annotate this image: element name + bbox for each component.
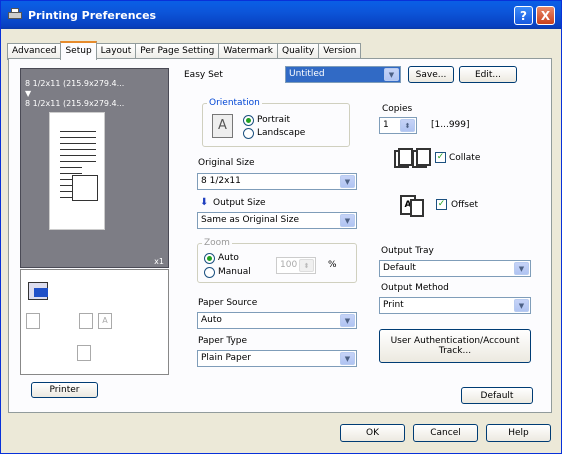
copies-value: 1 (383, 120, 389, 130)
original-size-label: Original Size (198, 158, 255, 168)
collate-icon (394, 148, 431, 170)
cancel-button[interactable]: Cancel (413, 424, 478, 442)
zoom-value: 100 (280, 260, 298, 270)
ok-button[interactable]: OK (340, 424, 405, 442)
chevron-down-icon: ▼ (384, 68, 399, 81)
output-tray-select[interactable]: Default ▼ (379, 260, 531, 277)
offset-checkbox[interactable]: ✓ (436, 199, 447, 210)
output-method-value: Print (383, 300, 404, 310)
close-button[interactable]: X (536, 6, 555, 25)
help-button[interactable]: ? (514, 6, 533, 25)
printer-icon (7, 8, 23, 22)
original-size-value: 8 1/2x11 (201, 176, 241, 186)
default-button[interactable]: Default (461, 387, 533, 404)
staple-corner-icon (79, 313, 93, 329)
edit-button[interactable]: Edit... (459, 66, 517, 83)
printer-button[interactable]: Printer (31, 382, 98, 398)
zoom-value-input[interactable]: 100 ⬍ (276, 257, 316, 274)
output-size-select[interactable]: Same as Original Size ▼ (197, 212, 357, 229)
printing-preferences-window: Printing Preferences ? X Advanced Setup … (0, 0, 562, 454)
zoom-auto-label: Auto (218, 253, 239, 263)
zoom-manual-label: Manual (218, 267, 251, 277)
original-size-select[interactable]: 8 1/2x11 ▼ (197, 173, 357, 190)
preview-output-size: 8 1/2x11 (215.9x279.4... (25, 99, 125, 108)
output-tray-value: Default (383, 263, 416, 273)
paper-source-select[interactable]: Auto ▼ (197, 312, 357, 329)
chevron-down-icon: ▼ (514, 262, 529, 275)
staple-left-icon (26, 313, 40, 329)
user-authentication-button[interactable]: User Authentication/Account Track... (379, 329, 531, 363)
spinner-icon: ⬍ (400, 119, 415, 132)
copies-label: Copies (382, 104, 413, 114)
chevron-down-icon: ▼ (340, 352, 355, 365)
tab-bar: Advanced Setup Layout Per Page Setting W… (7, 41, 362, 60)
preview-original-size: 8 1/2x11 (215.9x279.4... (25, 79, 125, 88)
easy-set-value: Untitled (289, 69, 325, 79)
offset-label: Offset (451, 200, 479, 210)
page-thumbnail (49, 112, 105, 230)
preview-arrow: ▼ (25, 89, 32, 98)
help-footer-button[interactable]: Help (486, 424, 551, 442)
portrait-radio[interactable] (243, 115, 254, 126)
portrait-page-icon: A (212, 114, 233, 138)
paper-type-select[interactable]: Plain Paper ▼ (197, 350, 357, 367)
paper-type-value: Plain Paper (201, 353, 251, 363)
zoom-unit: % (328, 260, 337, 270)
copies-input[interactable]: 1 ⬍ (379, 117, 417, 134)
arrow-down-icon: ⬇ (200, 197, 209, 208)
chevron-down-icon: ▼ (340, 175, 355, 188)
portrait-label: Portrait (257, 115, 291, 125)
finisher-icon (28, 282, 48, 300)
chevron-down-icon: ▼ (340, 214, 355, 227)
output-tray-label: Output Tray (381, 246, 434, 256)
output-method-select[interactable]: Print ▼ (379, 297, 531, 314)
easy-set-select[interactable]: Untitled ▼ (285, 66, 401, 83)
collate-checkbox[interactable]: ✓ (435, 152, 446, 163)
user-auth-line1: User Authentication/Account (390, 336, 520, 346)
easy-set-label: Easy Set (184, 70, 223, 80)
chevron-down-icon: ▼ (514, 299, 529, 312)
user-auth-line2: Track... (438, 346, 472, 356)
zoom-manual-radio[interactable] (204, 267, 215, 278)
output-method-label: Output Method (381, 283, 449, 293)
landscape-radio[interactable] (243, 128, 254, 139)
tab-setup[interactable]: Setup (60, 41, 97, 60)
collate-label: Collate (449, 153, 481, 163)
output-size-value: Same as Original Size (201, 215, 300, 225)
offset-icon: A (400, 193, 428, 217)
punch-icon (77, 345, 91, 361)
zoom-title: Zoom (202, 238, 232, 248)
orientation-title: Orientation (207, 98, 262, 108)
zoom-auto-radio[interactable] (204, 253, 215, 264)
staple-right-icon: A (98, 313, 112, 329)
window-title: Printing Preferences (28, 8, 157, 22)
chevron-down-icon: ▼ (340, 314, 355, 327)
output-size-label: Output Size (213, 198, 266, 208)
paper-source-value: Auto (201, 315, 222, 325)
copies-range: [1...999] (431, 120, 470, 130)
paper-type-label: Paper Type (198, 336, 248, 346)
title-bar: Printing Preferences ? X (1, 1, 561, 29)
paper-source-label: Paper Source (198, 298, 258, 308)
spinner-icon: ⬍ (299, 259, 314, 272)
preview-copies-badge: x1 (154, 257, 164, 266)
save-button[interactable]: Save... (408, 66, 454, 83)
landscape-label: Landscape (257, 128, 306, 138)
